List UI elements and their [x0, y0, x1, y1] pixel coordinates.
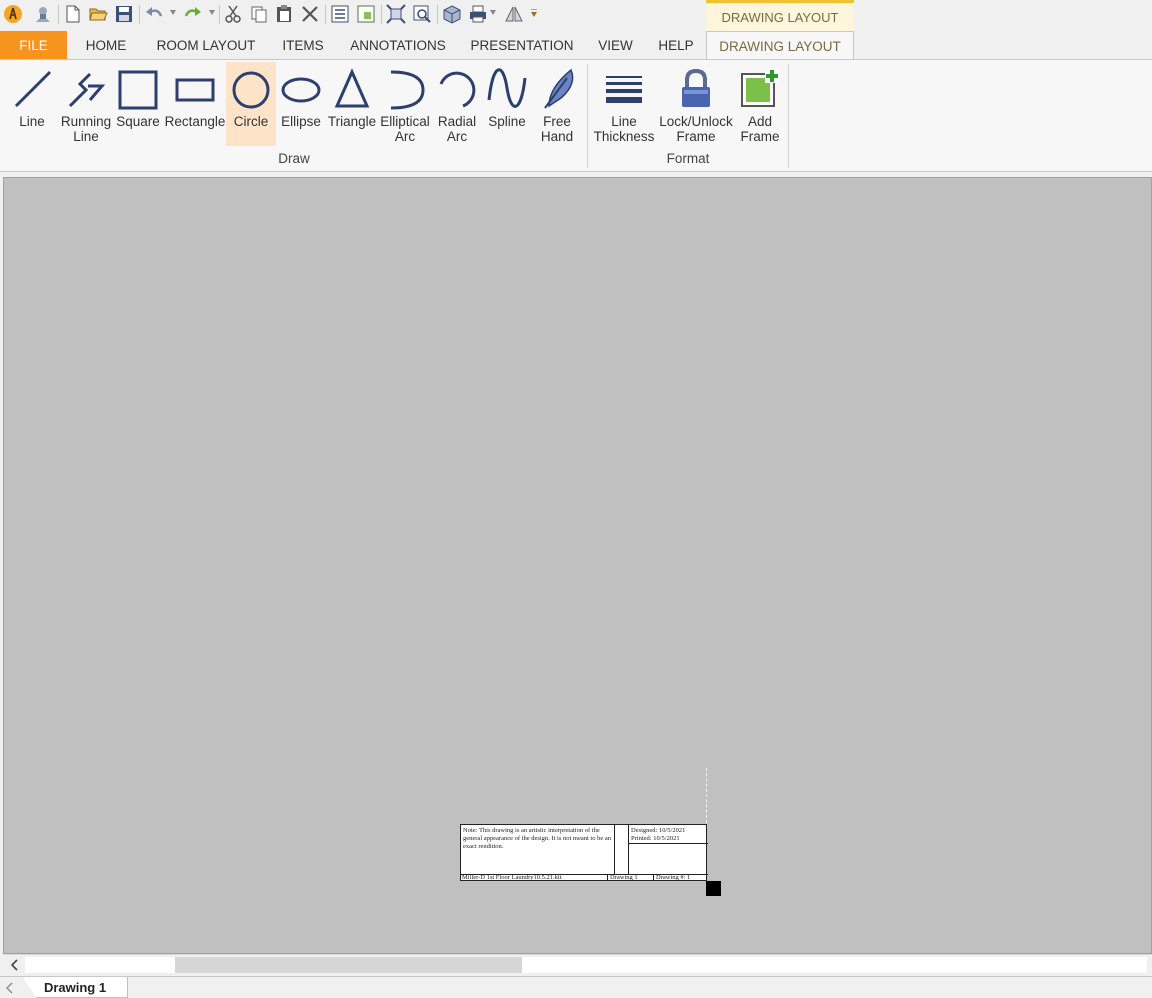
- drawing-canvas[interactable]: Note: This drawing is an artistic interp…: [3, 177, 1152, 954]
- tab-view[interactable]: VIEW: [588, 31, 643, 59]
- tab-annotations[interactable]: ANNOTATIONS: [340, 31, 456, 59]
- add-frame-button[interactable]: Add Frame: [737, 62, 783, 146]
- undo-dropdown-icon[interactable]: [170, 10, 176, 15]
- sheet-scroll-left-icon[interactable]: [4, 982, 14, 994]
- tab-presentation[interactable]: PRESENTATION: [462, 31, 582, 59]
- mirror-icon[interactable]: [503, 3, 525, 25]
- properties-icon[interactable]: [355, 3, 377, 25]
- elliptical-arc-button[interactable]: Elliptical Arc: [379, 62, 431, 146]
- cut-icon[interactable]: [222, 3, 244, 25]
- running-line-button[interactable]: Running Line: [57, 62, 115, 146]
- square-icon: [118, 70, 158, 110]
- draw-group-label: Draw: [278, 151, 310, 166]
- radial-arc-button[interactable]: Radial Arc: [434, 62, 480, 146]
- tab-drawing-layout[interactable]: DRAWING LAYOUT: [706, 31, 854, 60]
- line-thickness-icon: [606, 76, 642, 103]
- radial-arc-icon: [439, 71, 476, 108]
- free-hand-button[interactable]: Free Hand: [534, 62, 580, 146]
- frame-guide-line: [706, 768, 707, 823]
- square-button[interactable]: Square: [116, 62, 160, 146]
- add-frame-icon: [741, 69, 779, 107]
- title-block-dates: Designed: 10/5/2021 Printed: 10/5/2021: [631, 827, 685, 843]
- spline-icon: [487, 68, 527, 108]
- print-icon[interactable]: [467, 3, 489, 25]
- tab-file[interactable]: FILE: [0, 31, 67, 59]
- rectangle-button[interactable]: Rectangle: [164, 62, 226, 146]
- printed-date: Printed: 10/5/2021: [631, 835, 680, 842]
- title-block-note: Note: This drawing is an artistic interp…: [463, 827, 611, 850]
- user-icon[interactable]: [32, 3, 54, 25]
- quick-access-toolbar: [0, 0, 1152, 30]
- title-block[interactable]: Note: This drawing is an artistic interp…: [460, 824, 708, 881]
- circle-icon: [232, 71, 270, 109]
- rectangle-icon: [175, 78, 215, 102]
- scroll-track[interactable]: [25, 957, 1147, 973]
- tab-room-layout[interactable]: ROOM LAYOUT: [145, 31, 267, 59]
- drawing-area: Note: This drawing is an artistic interp…: [0, 173, 1152, 978]
- running-line-icon: [68, 72, 106, 108]
- sheet-tab-drawing-1[interactable]: Drawing 1: [22, 977, 128, 998]
- triangle-icon: [334, 68, 370, 108]
- line-icon: [14, 70, 52, 108]
- ellipse-icon: [281, 77, 321, 103]
- scroll-left-icon[interactable]: [7, 957, 21, 973]
- resize-handle[interactable]: [706, 881, 721, 896]
- app-logo-icon[interactable]: [2, 3, 24, 25]
- lock-unlock-frame-button[interactable]: Lock/Unlock Frame: [657, 62, 735, 146]
- fit-view-icon[interactable]: [385, 3, 407, 25]
- title-block-filename: Miller-D 1st Floor Laundry10.5.21.kit: [462, 874, 608, 881]
- sheet-tabs-bar: Drawing 1: [0, 976, 1152, 998]
- ellipse-button[interactable]: Ellipse: [278, 62, 324, 146]
- paste-icon[interactable]: [273, 3, 295, 25]
- circle-button[interactable]: Circle: [226, 62, 276, 146]
- open-folder-icon[interactable]: [87, 3, 109, 25]
- lock-icon: [682, 68, 710, 107]
- new-document-icon[interactable]: [62, 3, 84, 25]
- feather-icon: [544, 68, 574, 109]
- list-view-icon[interactable]: [329, 3, 351, 25]
- redo-dropdown-icon[interactable]: [209, 10, 215, 15]
- save-icon[interactable]: [113, 3, 135, 25]
- line-button[interactable]: Line: [9, 62, 55, 146]
- 3d-view-icon[interactable]: [441, 3, 463, 25]
- contextual-tab-header: DRAWING LAYOUT: [706, 0, 854, 31]
- title-block-drawing-number: Drawing #: 1: [656, 874, 691, 881]
- undo-icon[interactable]: [143, 3, 165, 25]
- app-window: DRAWING LAYOUT FILE HOME ROOM LAYOUT ITE…: [0, 0, 1152, 998]
- triangle-button[interactable]: Triangle: [327, 62, 377, 146]
- scroll-thumb[interactable]: [175, 957, 522, 973]
- copy-icon[interactable]: [248, 3, 270, 25]
- ribbon: Line Running Line Square Rectangle Circl…: [0, 59, 1152, 172]
- tab-home[interactable]: HOME: [72, 31, 140, 59]
- print-dropdown-icon[interactable]: [490, 10, 496, 15]
- zoom-icon[interactable]: [411, 3, 433, 25]
- spline-button[interactable]: Spline: [484, 62, 530, 146]
- tab-items[interactable]: ITEMS: [272, 31, 334, 59]
- horizontal-scrollbar[interactable]: [3, 954, 1152, 974]
- designed-date: Designed: 10/5/2021: [631, 827, 686, 834]
- line-thickness-button[interactable]: Line Thickness: [593, 62, 655, 146]
- redo-icon[interactable]: [182, 3, 204, 25]
- format-group-label: Format: [666, 151, 710, 166]
- tab-help[interactable]: HELP: [648, 31, 704, 59]
- title-block-drawing-name: Drawing 1: [609, 874, 654, 881]
- customize-toolbar-icon[interactable]: [531, 9, 537, 17]
- ribbon-tabs: FILE HOME ROOM LAYOUT ITEMS ANNOTATIONS …: [0, 31, 1152, 60]
- elliptical-arc-icon: [390, 70, 425, 110]
- delete-icon[interactable]: [299, 3, 321, 25]
